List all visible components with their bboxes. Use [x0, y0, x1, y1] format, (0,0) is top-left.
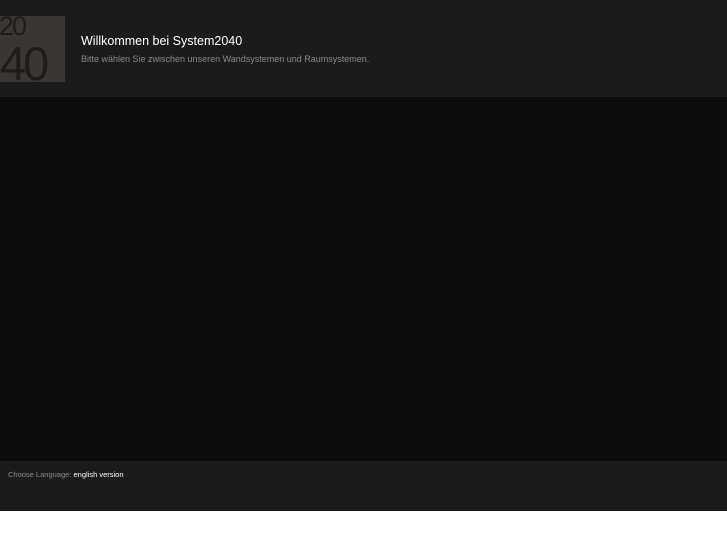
page-title: Willkommen bei System2040 [81, 34, 243, 48]
page-subtitle: Bitte wählen Sie zwischen unseren Wandsy… [81, 54, 370, 64]
english-version-link[interactable]: english version [73, 470, 123, 479]
logo-text-bottom: 40 [0, 37, 49, 82]
page-header: 20 40 Willkommen bei System2040 Bitte wä… [0, 0, 727, 97]
page-footer: Choose Language: english version [0, 461, 727, 511]
system2040-logo[interactable]: 20 40 [0, 16, 65, 82]
language-label: Choose Language: [8, 470, 74, 479]
language-selector: Choose Language: english version [8, 470, 124, 479]
main-content-area [0, 97, 727, 461]
page-bottom-margin [0, 511, 727, 545]
